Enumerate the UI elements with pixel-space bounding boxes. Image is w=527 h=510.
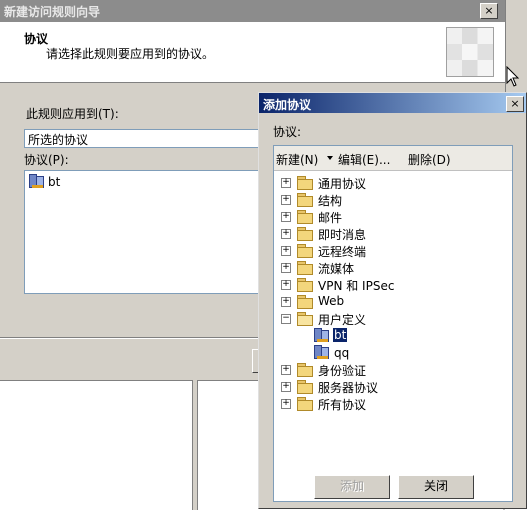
wizard-header-subtitle: 请选择此规则要应用到的协议。 [46, 47, 215, 61]
tree-item-label: 流媒体 [318, 262, 355, 276]
folder-icon [297, 244, 313, 258]
add-button[interactable]: 添加 [314, 475, 390, 499]
tree-item-label: 通用协议 [318, 177, 367, 191]
folder-icon [297, 210, 313, 224]
tree-item-label: 身份验证 [318, 364, 367, 378]
wizard-close-button[interactable]: × [480, 3, 498, 19]
apply-to-value: 所选的协议 [28, 133, 89, 147]
tree-item-label: Web [318, 294, 345, 308]
dialog-title: 添加协议 [263, 98, 312, 112]
protocols-list[interactable]: bt [24, 170, 262, 294]
protocol-tree[interactable]: 新建(N) 编辑(E)... 删除(D) + 通用协议 + 结构 + 邮件 + … [273, 145, 513, 502]
list-item[interactable]: bt [29, 174, 89, 190]
expand-icon[interactable]: + [281, 280, 291, 290]
folder-icon [297, 278, 313, 292]
folder-icon [297, 227, 313, 241]
expand-icon[interactable]: + [281, 212, 291, 222]
delete-button[interactable]: 删除(D) [408, 151, 451, 168]
expand-icon[interactable]: + [281, 195, 291, 205]
protocol-icon [314, 328, 331, 343]
expand-icon[interactable]: + [281, 382, 291, 392]
tree-item-label: 服务器协议 [318, 381, 379, 395]
tree-item-label: 邮件 [318, 211, 343, 225]
add-protocol-dialog: 添加协议 × 协议: 新建(N) 编辑(E)... 删除(D) + 通用协议 +… [258, 92, 527, 509]
wizard-header-title: 协议 [24, 32, 49, 46]
new-dropdown-arrow-icon[interactable] [327, 156, 333, 160]
protocol-icon [29, 174, 46, 189]
list-item-label: bt [48, 175, 61, 189]
tree-item-label: 用户定义 [318, 313, 367, 327]
expand-icon[interactable]: + [281, 263, 291, 273]
wizard-title-bar: 新建访问规则向导 × [0, 0, 505, 22]
folder-icon [297, 261, 313, 275]
folder-icon [297, 397, 313, 411]
folder-icon [297, 193, 313, 207]
tree-item-label: 远程终端 [318, 245, 367, 259]
protocol-icon [314, 345, 331, 360]
expand-icon[interactable]: + [281, 365, 291, 375]
folder-icon [297, 295, 313, 309]
apply-to-label: 此规则应用到(T): [26, 107, 119, 121]
dialog-close-button[interactable]: × [506, 96, 524, 112]
add-button-label: 添加 [339, 479, 364, 493]
dialog-protocols-label: 协议: [273, 125, 302, 139]
wizard-header: 协议 请选择此规则要应用到的协议。 [0, 22, 505, 83]
protocols-label: 协议(P): [24, 153, 69, 167]
wizard-title: 新建访问规则向导 [4, 5, 101, 19]
folder-icon [297, 176, 313, 190]
tree-item-label: 结构 [318, 194, 343, 208]
expand-icon[interactable]: + [281, 178, 291, 188]
expand-icon[interactable]: + [281, 399, 291, 409]
new-button[interactable]: 新建(N) [276, 151, 318, 168]
tree-toolbar: 新建(N) 编辑(E)... 删除(D) [274, 146, 512, 171]
dialog-title-bar: 添加协议 × [259, 93, 526, 113]
expand-icon[interactable]: + [281, 246, 291, 256]
tree-item-label: qq [334, 346, 350, 360]
edit-button[interactable]: 编辑(E)... [338, 151, 390, 168]
close-button-label: 关闭 [423, 479, 448, 493]
expand-icon[interactable]: + [281, 229, 291, 239]
wizard-logo-icon [446, 27, 494, 77]
mouse-cursor-icon [506, 66, 520, 87]
apply-to-select[interactable]: 所选的协议 [24, 129, 262, 148]
close-button[interactable]: 关闭 [398, 475, 474, 499]
tree-item-label: VPN 和 IPSec [318, 279, 395, 293]
expand-icon[interactable]: + [281, 297, 291, 307]
tree-item-label: 所有协议 [318, 398, 367, 412]
tree-item-label: 即时消息 [318, 228, 367, 242]
folder-icon [297, 363, 313, 377]
background-splitter [192, 380, 198, 510]
collapse-icon[interactable]: − [281, 314, 291, 324]
tree-item-label: bt [333, 328, 348, 342]
folder-icon [297, 380, 313, 394]
open-folder-icon [297, 312, 313, 326]
